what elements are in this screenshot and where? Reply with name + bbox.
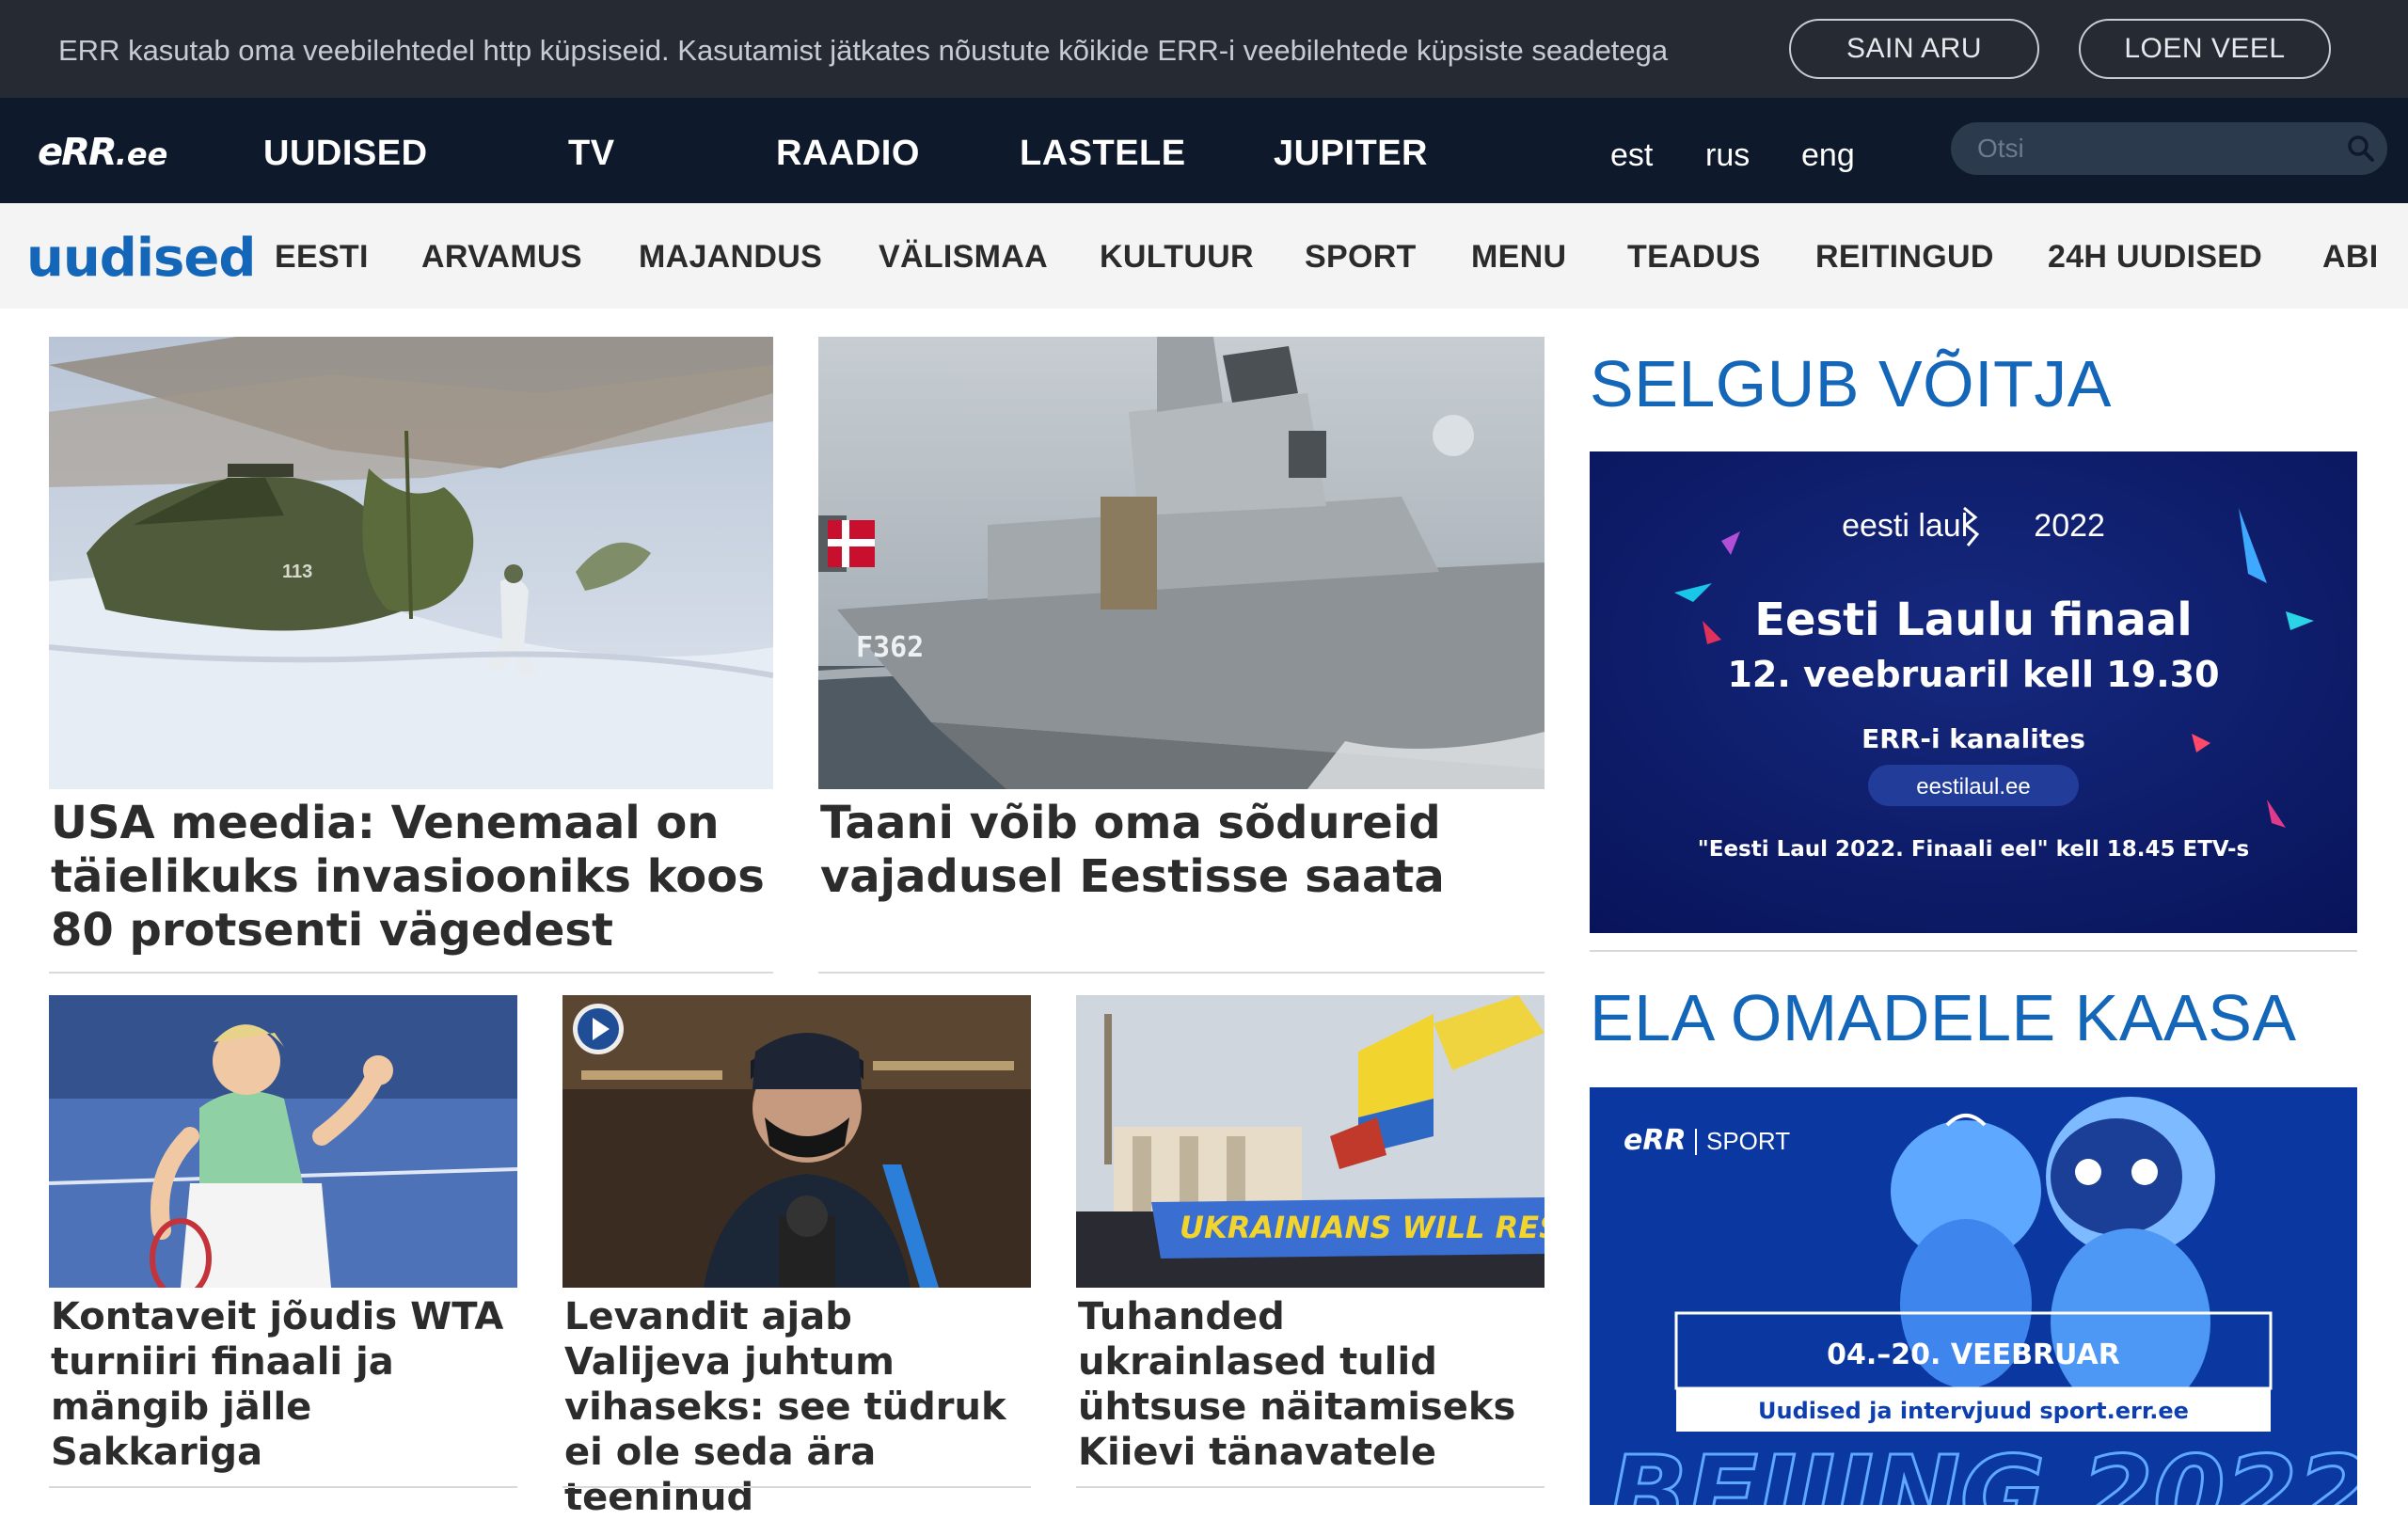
article-image-armored-vehicle[interactable]: 113 bbox=[49, 337, 773, 789]
nav-lastele[interactable]: LASTELE bbox=[1020, 134, 1186, 174]
lang-rus[interactable]: rus bbox=[1705, 137, 1750, 174]
olympics-subtitle: Uudised ja intervjuud sport.err.ee bbox=[1758, 1398, 2189, 1424]
article-divider bbox=[49, 1486, 517, 1488]
subnav-kultuur[interactable]: KULTUUR bbox=[1100, 239, 1254, 276]
sidebar-title-selgub-voitja[interactable]: SELGUB VÕITJA bbox=[1590, 346, 2112, 421]
subnav-menu[interactable]: MENU bbox=[1471, 239, 1566, 276]
vehicle-number: 113 bbox=[282, 562, 312, 582]
subnav-eesti[interactable]: EESTI bbox=[275, 239, 369, 276]
beijing-2022-text: BEIJING 2022 bbox=[1608, 1433, 2357, 1505]
subnav-arvamus[interactable]: ARVAMUS bbox=[421, 239, 582, 276]
nav-tv[interactable]: TV bbox=[568, 134, 615, 174]
article-card-top-1[interactable]: 113 USA meedia: Venemaal on täielikuks i… bbox=[49, 337, 773, 976]
article-divider bbox=[818, 972, 1545, 974]
eesti-laul-brand: eesti laul bbox=[1842, 508, 1968, 544]
eesti-laul-footer: "Eesti Laul 2022. Finaali eel" kell 18.4… bbox=[1698, 837, 2250, 862]
rally-banner-text: UKRAINIANS WILL RESIST bbox=[1180, 1210, 1545, 1245]
article-card-bottom-3[interactable]: UKRAINIANS WILL RESIST Tuhanded ukrainla… bbox=[1076, 995, 1545, 1484]
accept-cookies-button[interactable]: SAIN ARU bbox=[1789, 19, 2039, 79]
eesti-laul-date: 12. veebruaril kell 19.30 bbox=[1727, 654, 2219, 695]
article-divider bbox=[1076, 1486, 1545, 1488]
cookie-message: ERR kasutab oma veebilehtedel http küpsi… bbox=[58, 34, 1669, 67]
subnav-abi[interactable]: ABI bbox=[2322, 239, 2378, 276]
article-card-bottom-1[interactable]: Kontaveit jõudis WTA turniiri finaali ja… bbox=[49, 995, 517, 1484]
sport-section: SPORT bbox=[1706, 1127, 1790, 1155]
article-image-interview[interactable] bbox=[562, 995, 1031, 1288]
search-icon[interactable] bbox=[2346, 134, 2376, 164]
cookie-banner: ERR kasutab oma veebilehtedel http küpsi… bbox=[0, 0, 2408, 98]
nav-jupiter[interactable]: JUPITER bbox=[1274, 134, 1428, 174]
eesti-laul-year: 2022 bbox=[2034, 508, 2105, 544]
subnav-teadus[interactable]: TEADUS bbox=[1627, 239, 1761, 276]
subnav-valismaa[interactable]: VÄLISMAA bbox=[879, 239, 1048, 276]
article-card-bottom-2[interactable]: Levandit ajab Valijeva juhtum vihaseks: … bbox=[562, 995, 1031, 1519]
sidebar-divider bbox=[1590, 950, 2357, 952]
article-image-frigate[interactable]: F362 bbox=[818, 337, 1545, 789]
sport-brand: eRR bbox=[1624, 1124, 1687, 1157]
subnav-sport[interactable]: SPORT bbox=[1305, 239, 1417, 276]
olympics-sport-banner[interactable]: eRR SPORT 04.–20. VEEBRUAR Uudised ja in… bbox=[1590, 1087, 2357, 1505]
subnav-reitingud[interactable]: REITINGUD bbox=[1815, 239, 1994, 276]
eesti-laul-url: eestilaul.ee bbox=[1916, 774, 2030, 800]
main-navigation: eRR .ee UUDISED TV RAADIO LASTELE JUPITE… bbox=[0, 98, 2408, 203]
lang-est[interactable]: est bbox=[1610, 137, 1653, 174]
article-card-top-2[interactable]: F362 Taani võib oma sõdureid vajadusel E… bbox=[818, 337, 1545, 976]
search-input[interactable] bbox=[1977, 131, 2316, 166]
err-logo[interactable]: eRR .ee bbox=[38, 130, 167, 171]
article-headline[interactable]: Kontaveit jõudis WTA turniiri finaali ja… bbox=[51, 1294, 512, 1475]
search-box bbox=[1951, 122, 2387, 175]
article-headline[interactable]: USA meedia: Venemaal on täielikuks invas… bbox=[51, 797, 766, 958]
lang-eng[interactable]: eng bbox=[1801, 137, 1855, 174]
nav-raadio[interactable]: RAADIO bbox=[776, 134, 920, 174]
nav-uudised[interactable]: UUDISED bbox=[263, 134, 428, 174]
article-divider bbox=[562, 1486, 1031, 1488]
section-logo-uudised[interactable]: uudised bbox=[26, 228, 256, 289]
eesti-laul-channels: ERR-i kanalites bbox=[1861, 723, 2085, 754]
olympics-dates: 04.–20. VEEBRUAR bbox=[1827, 1338, 2120, 1371]
logo-suffix: .ee bbox=[115, 136, 168, 172]
section-navigation: uudised EESTI ARVAMUS MAJANDUS VÄLISMAA … bbox=[0, 203, 2408, 309]
eesti-laul-title: Eesti Laulu finaal bbox=[1754, 594, 2193, 646]
article-image-tennis[interactable] bbox=[49, 995, 517, 1288]
eesti-laul-banner[interactable]: eesti laul 2022 Eesti Laulu finaal 12. ve… bbox=[1590, 451, 2357, 933]
logo-mark: eRR bbox=[38, 131, 118, 174]
read-more-button[interactable]: LOEN VEEL bbox=[2079, 19, 2331, 79]
hull-number: F362 bbox=[856, 631, 924, 664]
article-headline[interactable]: Tuhanded ukrainlased tulid ühtsuse näita… bbox=[1078, 1294, 1539, 1475]
article-image-rally[interactable]: UKRAINIANS WILL RESIST bbox=[1076, 995, 1545, 1288]
sidebar-title-ela-omadele-kaasa[interactable]: ELA OMADELE KAASA bbox=[1590, 980, 2297, 1055]
subnav-24h-uudised[interactable]: 24H UUDISED bbox=[2048, 239, 2262, 276]
subnav-majandus[interactable]: MAJANDUS bbox=[639, 239, 822, 276]
article-divider bbox=[49, 972, 773, 974]
article-headline[interactable]: Taani võib oma sõdureid vajadusel Eestis… bbox=[820, 797, 1535, 904]
play-icon[interactable] bbox=[570, 1001, 626, 1057]
